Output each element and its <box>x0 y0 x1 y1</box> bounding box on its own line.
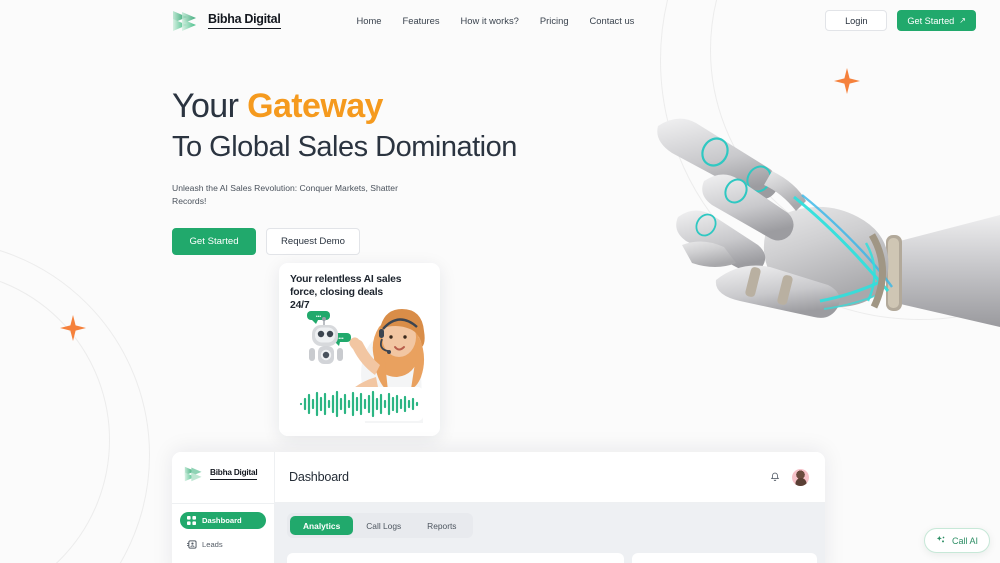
logo[interactable]: Bibha Digital <box>172 10 281 32</box>
nav-item-how-it-works[interactable]: How it works? <box>461 15 519 26</box>
tab-call-logs[interactable]: Call Logs <box>353 516 414 535</box>
dashboard-preview: Bibha Digital Dashboard Leads Dashboard … <box>172 452 825 563</box>
promo-card-title: Your relentless AI sales force, closing … <box>290 274 402 311</box>
nav-item-pricing[interactable]: Pricing <box>540 15 569 26</box>
main-navigation: Home Features How it works? Pricing Cont… <box>357 15 635 26</box>
site-header: Bibha Digital Home Features How it works… <box>0 0 1000 41</box>
dashboard-body: Analytics Call Logs Reports <box>275 503 825 563</box>
hero-headline-line1: Your Gateway <box>172 88 1000 125</box>
login-button[interactable]: Login <box>825 10 888 31</box>
hero-headline-line2: To Global Sales Domination <box>172 130 517 163</box>
svg-text:•••: ••• <box>316 314 322 320</box>
nav-item-contact-us[interactable]: Contact us <box>590 15 635 26</box>
header-actions: Login Get Started ↗ <box>825 10 976 31</box>
bell-icon <box>770 472 779 481</box>
arrow-up-right-icon: ↗ <box>959 15 966 25</box>
hero-get-started-button[interactable]: Get Started <box>172 227 256 255</box>
hero-request-demo-button[interactable]: Request Demo <box>266 227 360 255</box>
sidebar-item-leads-label: Leads <box>202 540 223 549</box>
nav-item-home[interactable]: Home <box>357 15 382 26</box>
hero-section: Your Gateway To Global Sales Domination … <box>0 41 1000 255</box>
promo-card: ••• ••• Your relentless AI sales force, … <box>279 263 440 436</box>
sidebar-divider <box>172 503 274 504</box>
dashboard-topbar-actions <box>766 468 809 486</box>
sidebar-item-dashboard[interactable]: Dashboard <box>180 512 266 529</box>
sparkle-icon <box>936 532 946 550</box>
dashboard-topbar: Dashboard <box>275 452 825 503</box>
logo-chevron-icon <box>172 10 202 32</box>
notifications-button[interactable] <box>766 468 783 486</box>
tab-analytics[interactable]: Analytics <box>290 516 354 535</box>
hero-headline-accent: Gateway <box>247 87 383 125</box>
call-ai-label: Call AI <box>951 535 978 546</box>
decorative-arc-left-1 <box>0 270 110 563</box>
hero-subtitle: Unleash the AI Sales Revolution: Conquer… <box>172 183 398 207</box>
sidebar-item-leads[interactable]: Leads <box>180 536 266 553</box>
dashboard-card-primary <box>287 553 624 563</box>
header-get-started-button[interactable]: Get Started ↗ <box>897 10 976 31</box>
avatar[interactable] <box>792 468 809 486</box>
grid-icon <box>187 516 196 525</box>
decorative-arc-left-2 <box>0 240 150 563</box>
tab-reports[interactable]: Reports <box>414 516 469 535</box>
dashboard-card-secondary <box>632 553 817 563</box>
logo-text: Bibha Digital <box>208 12 281 29</box>
dashboard-sidebar-items: Dashboard Leads <box>172 512 274 563</box>
sidebar-item-dashboard-label: Dashboard <box>202 516 242 525</box>
hero-headline-plain: Your <box>172 87 248 125</box>
header-get-started-label: Get Started <box>907 15 955 26</box>
dashboard-main: Dashboard Analytics Call Logs Reports <box>275 452 825 563</box>
svg-text:•••: ••• <box>338 336 344 342</box>
hero-cta-row: Get Started Request Demo <box>172 227 1000 255</box>
sparkle-star-icon-left <box>60 315 86 341</box>
dashboard-sidebar: Bibha Digital Dashboard Leads <box>172 452 275 563</box>
dashboard-logo[interactable]: Bibha Digital <box>172 452 274 482</box>
page-title: Dashboard <box>289 470 349 484</box>
call-ai-button[interactable]: Call AI <box>923 528 990 553</box>
dashboard-logo-text: Bibha Digital <box>210 468 258 480</box>
dashboard-logo-chevron-icon <box>184 466 206 482</box>
contact-card-icon <box>187 540 197 549</box>
nav-item-features[interactable]: Features <box>403 15 440 26</box>
dashboard-tabs: Analytics Call Logs Reports <box>287 513 473 538</box>
